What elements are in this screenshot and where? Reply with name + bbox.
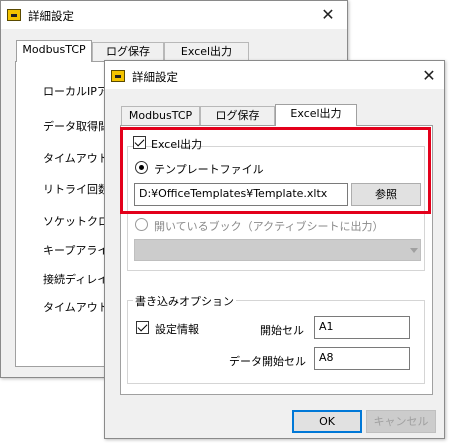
label-socket-close: ソケットクロ xyxy=(43,215,109,228)
tab-log[interactable]: ログ保存 xyxy=(200,106,275,126)
label-connect-delay: 接続ディレイ xyxy=(43,273,109,286)
open-book-label: 開いているブック（アクティブシートに出力） xyxy=(154,220,384,233)
template-file-label: テンプレートファイル xyxy=(154,163,264,176)
open-book-radio[interactable] xyxy=(135,218,148,231)
close-icon[interactable]: ✕ xyxy=(420,68,438,84)
browse-button[interactable]: 参照 xyxy=(351,183,421,206)
tab-excel[interactable]: Excel出力 xyxy=(275,104,357,126)
start-cell-field[interactable]: A1 xyxy=(314,316,410,339)
label-data-interval: データ取得間 xyxy=(43,120,109,133)
excel-output-checkbox[interactable] xyxy=(133,136,146,149)
ok-button[interactable]: OK xyxy=(292,410,362,433)
label-timeout-2: タイムアウト xyxy=(43,301,109,314)
start-cell-label: 開始セル xyxy=(260,324,304,337)
app-icon xyxy=(7,9,21,21)
template-file-radio[interactable] xyxy=(135,161,148,174)
cancel-button[interactable]: キャンセル xyxy=(366,410,436,433)
sheet-combo-box[interactable] xyxy=(134,239,421,261)
app-icon xyxy=(111,70,125,82)
back-window-title: 詳細設定 xyxy=(28,9,74,23)
front-title-bar: 詳細設定 ✕ xyxy=(105,61,444,89)
label-local-ip: ローカルIPア xyxy=(43,85,108,98)
data-start-cell-field[interactable]: A8 xyxy=(314,347,410,370)
back-title-bar: 詳細設定 ✕ xyxy=(1,1,347,29)
back-tab-modbustcp[interactable]: ModbusTCP xyxy=(16,40,92,62)
setting-info-label: 設定情報 xyxy=(155,323,199,336)
back-tab-excel[interactable]: Excel出力 xyxy=(164,42,249,62)
tab-modbustcp[interactable]: ModbusTCP xyxy=(121,106,200,126)
setting-info-checkbox[interactable] xyxy=(136,321,149,334)
write-options-title: 書き込みオプション xyxy=(133,293,236,309)
template-path-field[interactable]: D:¥OfficeTemplates¥Template.xltx xyxy=(134,183,348,206)
front-dialog-window: 詳細設定 ✕ ModbusTCP ログ保存 Excel出力 Excel出力 テン… xyxy=(104,60,445,439)
label-keepalive: キープアライ xyxy=(43,244,109,257)
write-options-group xyxy=(127,300,425,384)
front-window-title: 詳細設定 xyxy=(132,70,178,84)
data-start-cell-label: データ開始セル xyxy=(229,355,306,368)
chevron-down-icon xyxy=(410,248,418,253)
excel-output-label: Excel出力 xyxy=(151,138,203,151)
close-icon[interactable]: ✕ xyxy=(319,7,337,23)
back-tab-log[interactable]: ログ保存 xyxy=(92,42,164,62)
label-retry-count: リトライ回数 xyxy=(43,183,109,196)
label-timeout: タイムアウト xyxy=(43,152,109,165)
